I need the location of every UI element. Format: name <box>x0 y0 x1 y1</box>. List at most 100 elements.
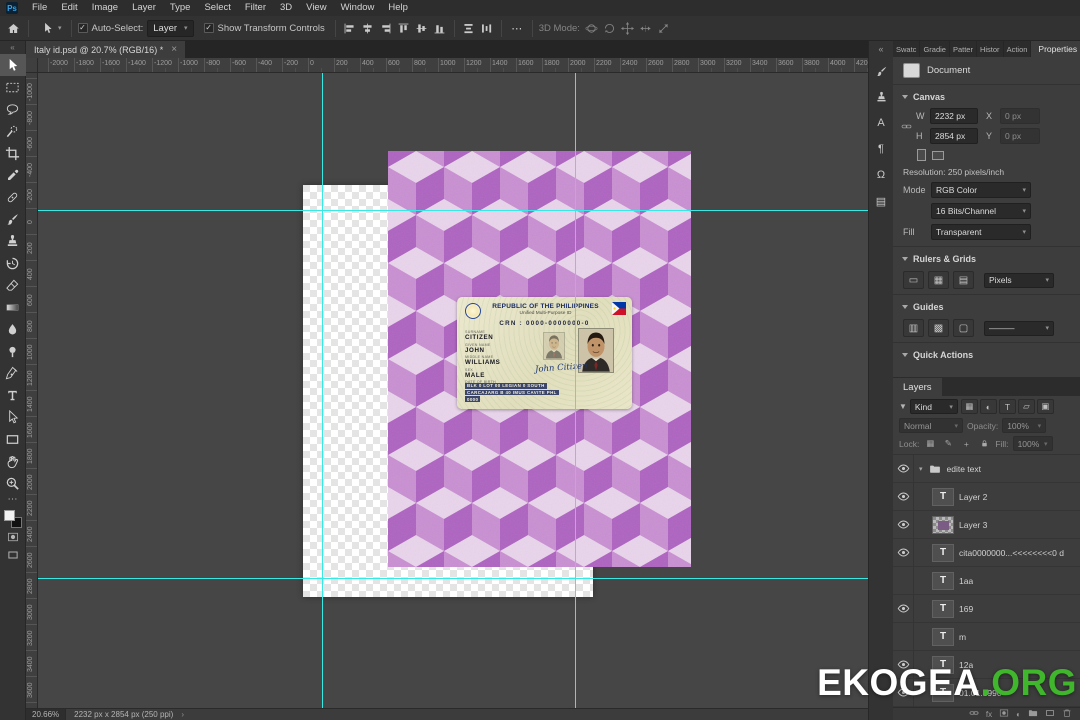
layer-visibility-toggle[interactable] <box>893 567 914 594</box>
panel-tab-swatc[interactable]: Swatc <box>893 41 921 57</box>
new-group-icon[interactable] <box>1028 708 1038 720</box>
current-tool-preset[interactable]: ▾ <box>35 19 65 37</box>
color-swatches[interactable] <box>3 510 22 528</box>
layer-row[interactable]: Tcita0000000...<<<<<<<<0 d <box>893 539 1080 567</box>
guide-line-vertical[interactable] <box>322 73 323 708</box>
rectangular-marquee-tool-icon[interactable] <box>0 76 26 98</box>
link-layers-icon[interactable] <box>969 708 979 720</box>
brush-settings-icon[interactable] <box>871 61 891 81</box>
color-mode-select[interactable]: RGB Color ▾ <box>931 182 1031 198</box>
layer-row[interactable]: T Layer 2 <box>893 483 1080 511</box>
ruler-units-select[interactable]: Pixels ▾ <box>984 272 1054 288</box>
ruler-origin-corner[interactable] <box>26 58 38 73</box>
layer-filter-type-icon[interactable]: ▦ <box>960 399 978 414</box>
lock-all-icon[interactable] <box>977 437 991 451</box>
crop-tool-icon[interactable] <box>0 142 26 164</box>
eyedropper-tool-icon[interactable] <box>0 164 26 186</box>
toggle-smart-guides-icon[interactable]: ▩ <box>928 319 949 337</box>
layer-visibility-toggle[interactable] <box>893 483 914 510</box>
panel-tab-patter[interactable]: Patter <box>950 41 977 57</box>
menu-window[interactable]: Window <box>334 0 382 16</box>
lock-transparent-pixels-icon[interactable]: ▦ <box>923 437 937 451</box>
canvas-y-field[interactable]: 0 px <box>1000 128 1040 144</box>
foreground-color-swatch[interactable] <box>3 510 15 521</box>
menu-select[interactable]: Select <box>197 0 237 16</box>
rectangle-tool-icon[interactable] <box>0 428 26 450</box>
panel-tab-gradie[interactable]: Gradie <box>920 41 950 57</box>
clear-guides-icon[interactable]: ▢ <box>953 319 974 337</box>
lasso-tool-icon[interactable] <box>0 98 26 120</box>
toolbar-collapse-icon[interactable]: « <box>10 41 14 54</box>
edit-toolbar-icon[interactable]: ⋯ <box>8 495 18 505</box>
bit-depth-select[interactable]: 16 Bits/Channel ▾ <box>931 203 1031 219</box>
guide-line-horizontal[interactable] <box>38 210 868 211</box>
orbit-3d-icon[interactable] <box>584 19 600 37</box>
menu-view[interactable]: View <box>299 0 333 16</box>
toggle-guides-icon[interactable]: ▥ <box>903 319 924 337</box>
layer-filter-type-icon[interactable]: T <box>998 399 1016 414</box>
home-icon[interactable] <box>4 19 22 37</box>
move-tool-icon[interactable] <box>0 54 26 76</box>
layer-visibility-toggle[interactable] <box>893 455 914 482</box>
adjustment-layer-icon[interactable]: ◐ <box>1016 710 1021 719</box>
menu-filter[interactable]: Filter <box>238 0 273 16</box>
add-layer-mask-icon[interactable] <box>999 708 1009 720</box>
layer-fill-select[interactable]: 100% ▾ <box>1012 436 1053 451</box>
more-align-options-icon[interactable]: ⋯ <box>508 19 526 37</box>
rulers-grids-section-header[interactable]: Rulers & Grids <box>893 249 1080 268</box>
screen-mode-icon[interactable] <box>0 546 26 564</box>
vertical-ruler[interactable]: -1000 -800 -600 -400 -200 0 200 400 600 800 1000 12… <box>26 73 38 708</box>
zoom-level-field[interactable]: 20.66% <box>26 709 67 720</box>
layer-row[interactable]: T 169 <box>893 595 1080 623</box>
layer-visibility-toggle[interactable] <box>893 511 914 538</box>
hand-tool-icon[interactable] <box>0 450 26 472</box>
auto-select-checkbox[interactable]: ✓ <box>77 23 88 33</box>
blur-tool-icon[interactable] <box>0 318 26 340</box>
pen-tool-icon[interactable] <box>0 362 26 384</box>
canvas-x-field[interactable]: 0 px <box>1000 108 1040 124</box>
panel-tab-histor[interactable]: Histor <box>977 41 1004 57</box>
layer-filter-type-icon[interactable]: ▱ <box>1017 399 1035 414</box>
layer-filter-type-icon[interactable]: ▣ <box>1036 399 1054 414</box>
slide-3d-icon[interactable] <box>638 19 654 37</box>
tab-layers[interactable]: Layers <box>893 378 942 396</box>
guide-line-horizontal[interactable] <box>38 578 868 579</box>
quick-mask-icon[interactable] <box>0 528 26 546</box>
roll-3d-icon[interactable] <box>602 19 618 37</box>
scale-3d-icon[interactable] <box>656 19 672 37</box>
document-tab[interactable]: Italy id.psd @ 20.7% (RGB/16) * × <box>26 41 186 58</box>
new-layer-icon[interactable] <box>1045 708 1055 720</box>
link-dimensions-icon[interactable] <box>901 108 912 144</box>
align-left-edges-icon[interactable] <box>342 19 358 37</box>
menu-layer[interactable]: Layer <box>125 0 163 16</box>
clone-stamp-tool-icon[interactable] <box>0 230 26 252</box>
menu-image[interactable]: Image <box>85 0 125 16</box>
zoom-tool-icon[interactable] <box>0 472 26 494</box>
dodge-tool-icon[interactable] <box>0 340 26 362</box>
character-panel-icon[interactable]: A <box>871 113 891 133</box>
history-brush-tool-icon[interactable] <box>0 252 26 274</box>
align-horizontal-centers-icon[interactable] <box>360 19 376 37</box>
menu-help[interactable]: Help <box>381 0 415 16</box>
chevron-down-icon[interactable]: ▾ <box>919 465 923 473</box>
canvas-fill-select[interactable]: Transparent ▾ <box>931 224 1031 240</box>
close-tab-icon[interactable]: × <box>171 44 177 55</box>
layer-visibility-toggle[interactable] <box>893 539 914 566</box>
pan-3d-icon[interactable] <box>620 19 636 37</box>
horizontal-type-tool-icon[interactable] <box>0 384 26 406</box>
canvas-area[interactable]: REPUBLIC OF THE PHILIPPINES Unified Mult… <box>38 73 868 708</box>
guide-line-vertical[interactable] <box>575 73 576 708</box>
guide-style-select[interactable]: ——— ▾ <box>984 320 1054 336</box>
layer-filter-select[interactable]: Kind ▾ <box>909 399 958 414</box>
show-transform-checkbox[interactable]: ✓ <box>203 23 214 33</box>
layer-filter-type-icon[interactable]: ◐ <box>979 399 997 414</box>
toggle-pixel-grid-icon[interactable]: ▤ <box>953 271 974 289</box>
distribute-vertical-icon[interactable] <box>461 19 477 37</box>
guides-section-header[interactable]: Guides <box>893 297 1080 316</box>
horizontal-ruler[interactable]: -2000 -1800 -1600 -1400 -1200 -1000 -800 -600 -4… <box>26 58 868 73</box>
panel-tab-properties[interactable]: Properties <box>1031 41 1080 57</box>
toggle-rulers-icon[interactable]: ▭ <box>903 271 924 289</box>
landscape-orientation-button[interactable] <box>932 150 944 160</box>
eraser-tool-icon[interactable] <box>0 274 26 296</box>
lock-position-icon[interactable]: + <box>959 437 973 451</box>
